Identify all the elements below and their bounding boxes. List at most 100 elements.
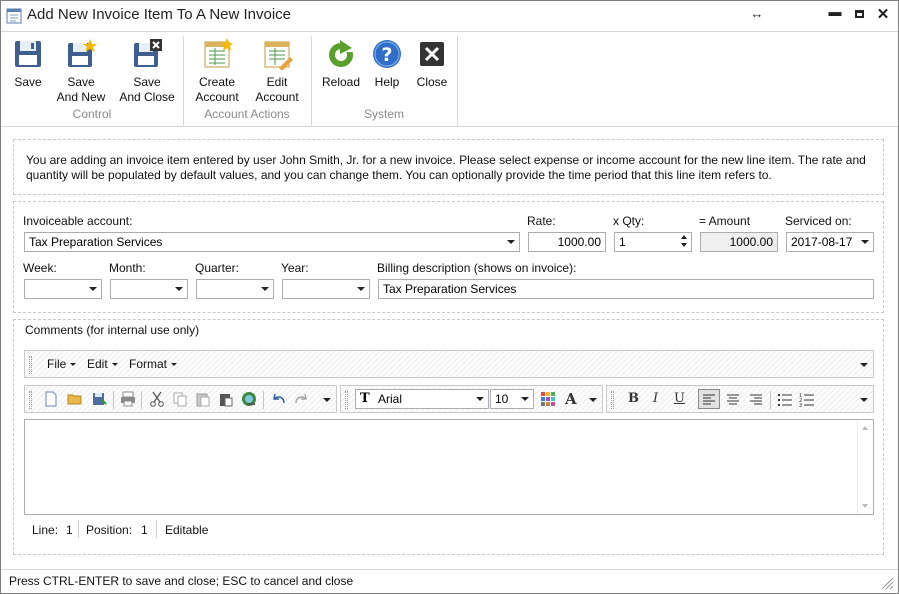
title-bar: Add New Invoice Item To A New Invoice ↔ … (1, 1, 898, 31)
numbered-list-icon[interactable]: 123 (799, 391, 815, 407)
chevron-down-icon (357, 287, 365, 291)
billing-description-label: Billing description (shows on invoice): (377, 261, 577, 275)
toolbar-grip[interactable] (29, 391, 32, 409)
font-name-select[interactable]: T Arial (355, 389, 489, 409)
bullet-list-icon[interactable] (777, 391, 793, 407)
week-label: Week: (23, 261, 57, 275)
undo-icon[interactable] (271, 391, 287, 407)
new-document-icon[interactable] (43, 391, 59, 407)
save-document-icon[interactable] (91, 391, 107, 407)
ribbon-toolbar: Save SaveAnd New SaveAnd Close Control (1, 31, 898, 127)
create-account-button[interactable]: Create Account (190, 38, 244, 105)
cut-icon[interactable] (149, 391, 165, 407)
serviced-on-label: Serviced on: (785, 214, 852, 228)
chevron-down-icon[interactable] (860, 363, 868, 367)
font-color-icon[interactable]: A (565, 390, 577, 408)
ledger-new-icon (204, 38, 233, 68)
svg-text:?: ? (381, 44, 392, 66)
qty-label: x Qty: (613, 214, 645, 228)
toolbar-grip[interactable] (611, 391, 614, 409)
save-and-close-button[interactable]: Save And Close (117, 38, 177, 105)
minimize-button[interactable]: ▬ (827, 4, 843, 19)
redo-icon[interactable] (293, 391, 309, 407)
comments-label: Comments (for internal use only) (25, 323, 200, 337)
print-icon[interactable] (120, 391, 136, 407)
position-label: Position: (86, 523, 133, 537)
close-button[interactable]: Close (411, 38, 453, 90)
billing-description-input[interactable]: Tax Preparation Services (378, 279, 874, 299)
maximize-button[interactable] (851, 6, 867, 21)
chevron-down-icon[interactable] (589, 398, 597, 402)
close-window-button[interactable]: ✕ (875, 5, 891, 23)
floppy-disk-icon (15, 41, 41, 67)
comments-editor[interactable] (24, 419, 874, 515)
amount-label: = Amount (699, 214, 751, 228)
paste-icon[interactable] (195, 391, 211, 407)
save-button[interactable]: Save (7, 38, 49, 90)
paste-special-icon[interactable] (218, 391, 234, 407)
align-right-icon[interactable] (748, 391, 764, 407)
quarter-label: Quarter: (195, 261, 240, 275)
resize-icon[interactable]: ↔ (749, 6, 765, 21)
chevron-down-icon[interactable] (323, 398, 331, 402)
stepper-up-icon[interactable] (681, 235, 687, 239)
info-text: You are adding an invoice item entered b… (26, 153, 866, 182)
scroll-down-icon[interactable] (862, 504, 868, 508)
amount-field: 1000.00 (700, 232, 778, 252)
underline-icon[interactable]: U (674, 391, 685, 406)
edit-account-button[interactable]: Edit Account (250, 38, 304, 105)
font-type-icon: T (360, 391, 370, 406)
account-label: Invoiceable account: (23, 214, 133, 228)
group-label-system: System (363, 107, 404, 121)
editor-mode: Editable (165, 523, 209, 537)
save-and-new-button[interactable]: Save And New (53, 38, 109, 105)
resize-grip-icon[interactable] (880, 576, 894, 590)
font-size-select[interactable]: 10 (490, 389, 534, 409)
toolbar-grip[interactable] (29, 356, 32, 374)
copy-icon[interactable] (172, 391, 188, 407)
align-left-icon (703, 394, 715, 405)
week-select[interactable] (24, 279, 102, 299)
account-select[interactable]: Tax Preparation Services (24, 232, 520, 252)
chevron-down-icon[interactable] (860, 398, 868, 402)
editor-toolbar-format: B I U 123 (606, 385, 874, 413)
svg-text:3: 3 (799, 403, 802, 407)
group-label-account-actions: Account Actions (204, 107, 290, 121)
editor-menu-bar: File Edit Format (24, 350, 874, 378)
open-folder-icon[interactable] (67, 391, 83, 407)
editor-toolbar-font: T Arial 10 A (340, 385, 603, 413)
menu-edit[interactable]: Edit (87, 357, 118, 371)
italic-icon[interactable]: I (653, 391, 658, 406)
rate-input[interactable]: 1000.00 (528, 232, 606, 252)
serviced-on-date-picker[interactable]: 2017-08-17 (786, 232, 874, 252)
menu-file[interactable]: File (47, 357, 77, 371)
reload-button[interactable]: Reload (319, 38, 363, 90)
month-select[interactable] (110, 279, 188, 299)
vertical-scrollbar[interactable] (857, 420, 873, 514)
quarter-select[interactable] (196, 279, 274, 299)
month-label: Month: (109, 261, 146, 275)
insert-hyperlink-icon[interactable] (241, 391, 257, 407)
bold-icon[interactable]: B (628, 391, 639, 406)
align-left-button[interactable] (698, 389, 720, 409)
toolbar-grip[interactable] (345, 391, 348, 409)
close-icon (420, 42, 444, 66)
floppy-disk-close-icon (134, 39, 162, 67)
menu-format[interactable]: Format (129, 357, 178, 371)
ledger-edit-icon (264, 41, 293, 70)
status-text: Press CTRL-ENTER to save and close; ESC … (9, 574, 354, 588)
color-palette-icon[interactable] (540, 391, 556, 407)
year-select[interactable] (282, 279, 370, 299)
chevron-down-icon (861, 240, 869, 244)
align-center-icon[interactable] (725, 391, 741, 407)
qty-stepper[interactable]: 1 (614, 232, 692, 252)
status-bar: Press CTRL-ENTER to save and close; ESC … (1, 569, 898, 593)
help-button[interactable]: ? Help (367, 38, 407, 90)
group-separator (457, 36, 458, 126)
scroll-up-icon[interactable] (862, 426, 868, 430)
position-value: 1 (141, 523, 148, 537)
stepper-down-icon[interactable] (681, 243, 687, 247)
chevron-down-icon (507, 240, 515, 244)
chevron-down-icon (476, 397, 484, 401)
rate-label: Rate: (527, 214, 556, 228)
